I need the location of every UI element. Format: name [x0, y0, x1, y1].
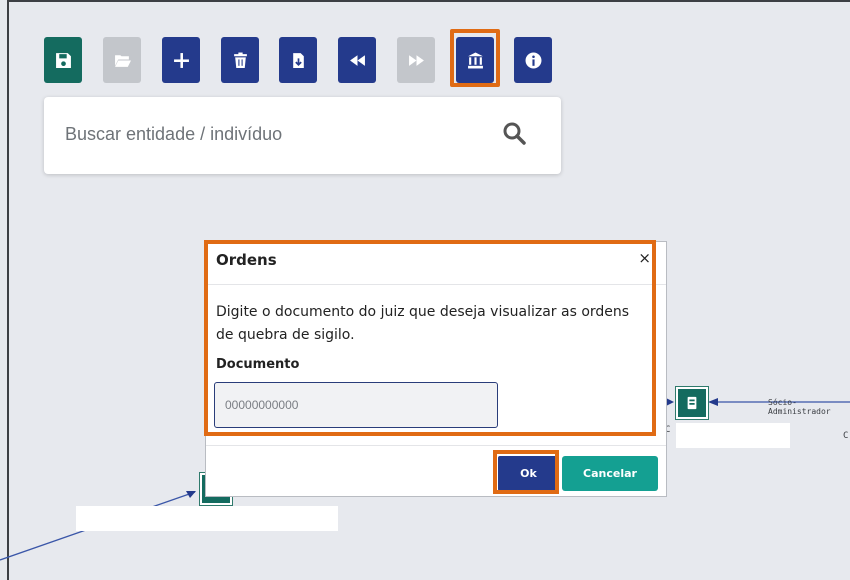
info-button[interactable] — [514, 37, 552, 83]
open-button[interactable] — [103, 37, 141, 83]
backward-icon — [349, 54, 365, 66]
edge-label: Sócio-Administrador — [768, 398, 831, 416]
modal-divider — [206, 445, 666, 446]
folder-open-icon — [114, 54, 131, 67]
info-icon — [525, 52, 541, 68]
trash-icon — [233, 52, 247, 68]
search-icon[interactable] — [502, 121, 526, 145]
export-button[interactable] — [279, 37, 317, 83]
forward-icon — [408, 54, 424, 66]
save-button[interactable] — [44, 37, 82, 83]
node-label-company — [676, 423, 790, 448]
orders-button-highlight — [450, 29, 500, 87]
plus-icon — [173, 52, 189, 68]
search-box[interactable]: Buscar entidade / indivíduo — [44, 97, 561, 174]
search-input[interactable]: Buscar entidade / indivíduo — [65, 124, 282, 145]
cancel-button[interactable]: Cancelar — [562, 456, 658, 491]
add-button[interactable] — [162, 37, 200, 83]
forward-button[interactable] — [397, 37, 435, 83]
delete-button[interactable] — [221, 37, 259, 83]
modal-highlight — [204, 240, 656, 436]
back-button[interactable] — [338, 37, 376, 83]
file-download-icon — [292, 52, 304, 68]
graph-node-company[interactable] — [676, 387, 708, 419]
node-label-person — [76, 506, 338, 531]
building-icon — [687, 396, 697, 410]
ok-button-highlight — [493, 450, 559, 494]
graph-text-fragment: C — [843, 431, 849, 441]
save-icon — [55, 52, 71, 68]
